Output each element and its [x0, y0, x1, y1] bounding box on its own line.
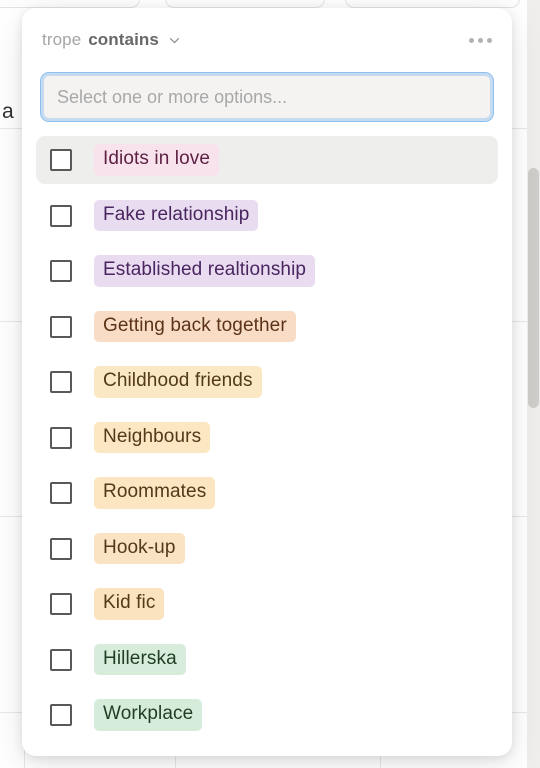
- ellipsis-dot: [469, 37, 474, 43]
- option-checkbox[interactable]: [50, 537, 72, 560]
- background-filter-chip: [165, 0, 325, 8]
- chevron-down-icon[interactable]: [168, 34, 181, 47]
- filter-operator-label[interactable]: contains: [88, 30, 159, 50]
- background-filter-chip: [0, 0, 140, 8]
- option-tag-pill: Fake relationship: [94, 199, 259, 232]
- option-list[interactable]: Idiots in love Fake relationship Establish…: [22, 136, 512, 736]
- search-field-wrapper: [22, 72, 512, 122]
- option-search-input[interactable]: [40, 72, 494, 122]
- option-tag-pill: Roommates: [94, 477, 216, 509]
- option-tag-pill: Hook-up: [94, 532, 185, 565]
- option-row[interactable]: Fake relationship: [36, 192, 498, 240]
- page-root: a trope contains Idiots in love Fake rela…: [0, 0, 540, 768]
- option-row[interactable]: Hillerska: [36, 636, 498, 684]
- option-checkbox[interactable]: [50, 593, 72, 615]
- option-row[interactable]: Childhood friends: [36, 358, 498, 406]
- popover-header: trope contains: [22, 8, 512, 72]
- option-row[interactable]: Neighbours: [36, 414, 498, 462]
- option-tag-pill: Established realtionship: [94, 255, 316, 287]
- option-checkbox[interactable]: [50, 426, 72, 449]
- option-tag-pill: Idiots in love: [94, 144, 220, 176]
- option-row[interactable]: Established realtionship: [36, 247, 498, 295]
- option-checkbox[interactable]: [50, 648, 72, 671]
- option-checkbox[interactable]: [50, 371, 72, 393]
- option-checkbox[interactable]: [50, 704, 72, 726]
- option-checkbox[interactable]: [50, 482, 72, 504]
- page-scrollbar-thumb[interactable]: [528, 168, 539, 408]
- option-row[interactable]: Workplace: [36, 691, 498, 736]
- filter-field-label[interactable]: trope: [42, 30, 81, 50]
- background-cell-text: a: [2, 100, 14, 123]
- option-row[interactable]: Getting back together: [36, 303, 498, 351]
- option-tag-pill: Workplace: [94, 699, 203, 731]
- page-scrollbar[interactable]: [527, 0, 540, 768]
- background-filter-chip: [345, 0, 520, 8]
- option-tag-pill: Neighbours: [94, 421, 211, 454]
- option-checkbox[interactable]: [50, 315, 72, 338]
- option-row[interactable]: Hook-up: [36, 525, 498, 573]
- option-row[interactable]: Roommates: [36, 469, 498, 517]
- option-tag-pill: Hillerska: [94, 643, 186, 676]
- option-checkbox[interactable]: [50, 260, 72, 282]
- filter-popover: trope contains Idiots in love Fake relati…: [22, 8, 512, 756]
- ellipsis-horizontal-icon[interactable]: [465, 30, 496, 51]
- option-tag-pill: Kid fic: [94, 588, 165, 620]
- option-checkbox[interactable]: [50, 204, 72, 227]
- option-tag-pill: Getting back together: [94, 310, 296, 343]
- ellipsis-dot: [478, 37, 483, 43]
- option-checkbox[interactable]: [50, 149, 72, 171]
- option-row[interactable]: Kid fic: [36, 580, 498, 628]
- option-row[interactable]: Idiots in love: [36, 136, 498, 184]
- option-tag-pill: Childhood friends: [94, 366, 262, 398]
- ellipsis-dot: [487, 37, 492, 43]
